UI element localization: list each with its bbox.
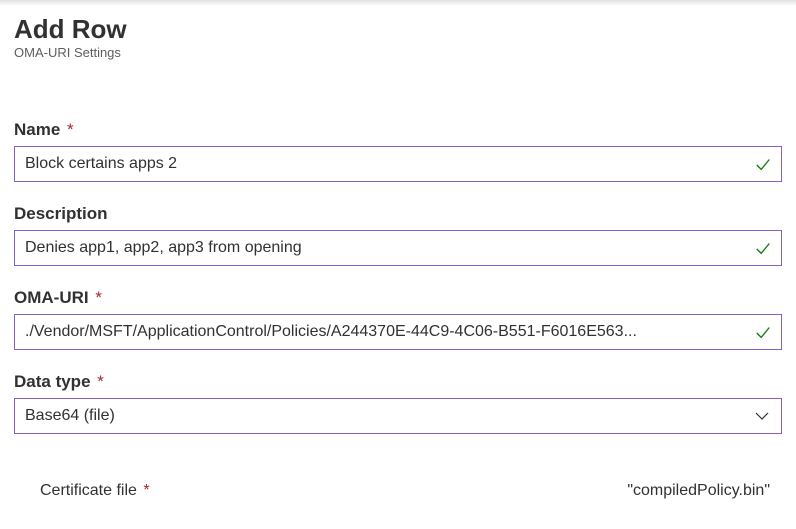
oma-uri-label: OMA-URI * — [14, 288, 782, 308]
required-indicator: * — [97, 372, 104, 391]
certificate-file-label-text: Certificate file — [40, 482, 137, 499]
required-indicator: * — [67, 120, 74, 139]
name-label-text: Name — [14, 120, 60, 139]
data-type-label-text: Data type — [14, 372, 91, 391]
description-input[interactable] — [14, 230, 782, 266]
oma-uri-input[interactable] — [14, 314, 782, 350]
name-label: Name * — [14, 120, 782, 140]
oma-uri-label-text: OMA-URI — [14, 288, 89, 307]
data-type-field-group: Data type * Base64 (file) — [14, 372, 782, 434]
description-label-text: Description — [14, 204, 108, 223]
certificate-file-row: Certificate file * "compiledPolicy.bin" — [14, 482, 782, 500]
panel-top-shadow — [0, 0, 796, 6]
name-input[interactable] — [14, 146, 782, 182]
name-input-wrapper — [14, 146, 782, 182]
page-subtitle: OMA-URI Settings — [14, 45, 782, 60]
required-indicator: * — [143, 482, 149, 499]
data-type-select-wrapper: Base64 (file) — [14, 398, 782, 434]
data-type-selected-value: Base64 (file) — [25, 407, 115, 425]
description-field-group: Description — [14, 204, 782, 266]
oma-uri-input-wrapper — [14, 314, 782, 350]
data-type-select[interactable]: Base64 (file) — [14, 398, 782, 434]
add-row-panel: Add Row OMA-URI Settings Name * Descript… — [0, 0, 796, 500]
description-input-wrapper — [14, 230, 782, 266]
name-field-group: Name * — [14, 120, 782, 182]
required-indicator: * — [95, 288, 102, 307]
certificate-file-name: "compiledPolicy.bin" — [627, 482, 778, 500]
page-title: Add Row — [14, 14, 782, 45]
certificate-file-label: Certificate file * — [40, 482, 150, 500]
oma-uri-field-group: OMA-URI * — [14, 288, 782, 350]
data-type-label: Data type * — [14, 372, 782, 392]
description-label: Description — [14, 204, 782, 224]
